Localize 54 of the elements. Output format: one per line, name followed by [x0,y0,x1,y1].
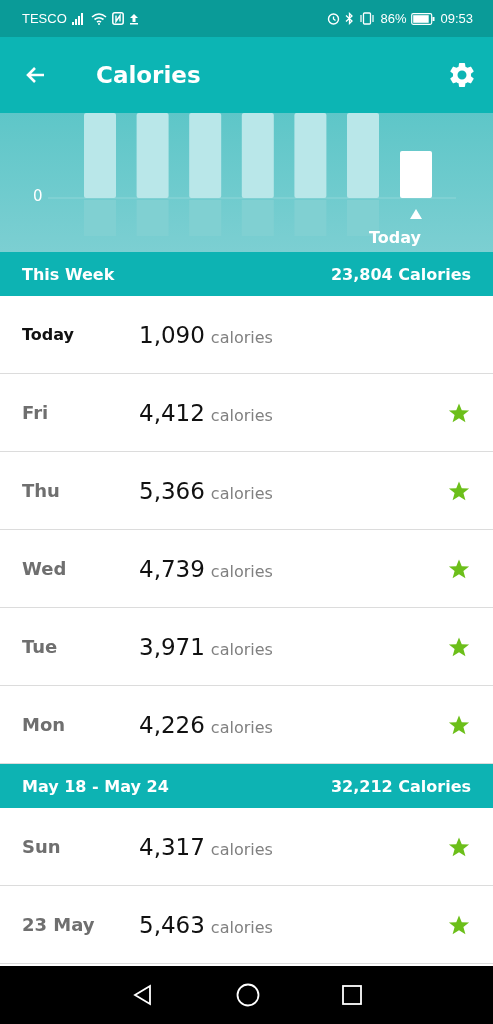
unit-label: calories [210,561,274,581]
nfc-icon [111,12,124,25]
day-label: 23 May [22,914,96,935]
unit-label: calories [210,405,274,425]
page-title: Calories [96,62,202,88]
section-title: May 18 - May 24 [22,776,169,796]
clock: 09:53 [440,11,473,26]
day-row[interactable]: 23 May 5,463 calories [0,886,493,964]
day-label: Today [22,325,75,344]
calorie-value: 1,090 [139,321,205,348]
bluetooth-icon [345,12,355,25]
day-row[interactable]: Today 1,090 calories [0,296,493,374]
section-total: 32,212 Calories [330,776,471,796]
day-label: Sun [22,836,62,857]
day-row[interactable]: Tue 3,971 calories [0,608,493,686]
carrier-name: TESCO [22,11,67,26]
section-title: This Week [22,264,115,284]
calorie-value: 4,412 [139,399,205,426]
signal-icon [71,12,86,25]
today-label: Today [369,228,421,247]
day-label: Wed [22,558,68,579]
day-label: Fri [22,402,50,423]
calorie-value: 4,317 [139,833,205,860]
triangle-marker-icon [410,209,422,219]
day-row[interactable]: Fri 4,412 calories [0,374,493,452]
upload-icon [128,12,139,25]
day-label: Thu [22,480,61,501]
unit-label: calories [210,483,274,503]
calorie-value: 4,739 [139,555,205,582]
unit-label: calories [210,839,274,859]
calorie-value: 5,463 [139,911,205,938]
unit-label: calories [210,639,274,659]
unit-label: calories [210,327,274,347]
battery-percent: 86% [380,11,407,26]
calorie-value: 5,366 [139,477,205,504]
battery-icon [411,12,436,25]
day-row[interactable]: Thu 5,366 calories [0,452,493,530]
home-nav-icon[interactable] [235,983,260,1007]
wifi-icon [90,12,107,25]
section-total: 23,804 Calories [330,264,471,284]
day-row[interactable]: Sun 4,317 calories [0,808,493,886]
axis-label: 0 [33,187,43,205]
alarm-icon [327,12,341,25]
calorie-value: 4,226 [139,711,205,738]
day-row[interactable]: Wed 4,739 calories [0,530,493,608]
day-label: Mon [22,714,67,735]
recents-nav-icon[interactable] [341,985,362,1005]
today-bar [400,151,432,198]
unit-label: calories [210,717,274,737]
unit-label: calories [210,917,274,937]
back-nav-icon[interactable] [131,984,154,1006]
day-label: Tue [22,636,59,657]
vibrate-icon [359,12,376,25]
calorie-value: 3,971 [139,633,205,660]
